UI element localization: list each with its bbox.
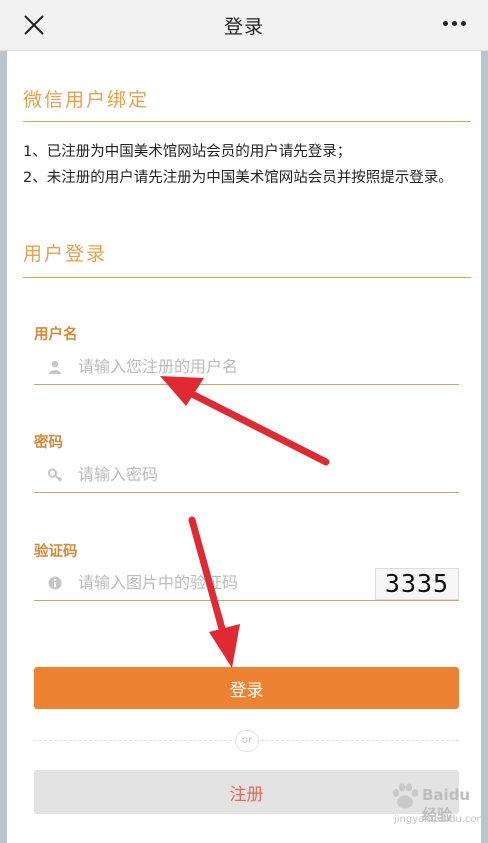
or-divider: or bbox=[34, 730, 459, 752]
username-field bbox=[34, 350, 459, 385]
captcha-field: 3335 bbox=[34, 566, 459, 601]
watermark-url: jingyan.baidu.com bbox=[394, 814, 487, 825]
page-title: 登录 bbox=[223, 16, 264, 38]
password-field bbox=[34, 458, 459, 493]
top-bar: 登录 bbox=[0, 0, 488, 51]
password-label: 密码 bbox=[34, 435, 63, 451]
section-divider bbox=[23, 277, 471, 278]
section-divider bbox=[23, 121, 471, 122]
login-section-title: 用户登录 bbox=[23, 243, 108, 265]
paw-logo-icon bbox=[392, 783, 419, 809]
or-label: or bbox=[235, 730, 259, 752]
username-label: 用户名 bbox=[34, 327, 78, 343]
captcha-input[interactable] bbox=[78, 568, 328, 596]
notice-text: 1、已注册为中国美术馆网站会员的用户请先登录； 2、未注册的用户请先注册为中国美… bbox=[23, 139, 473, 191]
divider-line bbox=[261, 740, 459, 741]
user-icon bbox=[49, 361, 61, 374]
more-icon[interactable] bbox=[442, 21, 468, 29]
notice-line-2: 2、未注册的用户请先注册为中国美术馆网站会员并按照提示登录。 bbox=[23, 170, 453, 186]
username-input[interactable] bbox=[78, 352, 368, 380]
bind-section-title: 微信用户绑定 bbox=[23, 89, 150, 111]
info-icon bbox=[48, 576, 62, 590]
captcha-label: 验证码 bbox=[34, 544, 78, 560]
key-icon bbox=[48, 468, 62, 482]
login-button[interactable]: 登录 bbox=[34, 667, 459, 709]
divider-line bbox=[34, 740, 232, 741]
login-page: 微信用户绑定 1、已注册为中国美术馆网站会员的用户请先登录； 2、未注册的用户请… bbox=[7, 51, 481, 843]
watermark: Baidu 经验 jingyan.baidu.com bbox=[388, 780, 486, 834]
captcha-image[interactable]: 3335 bbox=[375, 568, 459, 600]
notice-line-1: 1、已注册为中国美术馆网站会员的用户请先登录； bbox=[23, 144, 352, 160]
password-input[interactable] bbox=[78, 460, 368, 488]
